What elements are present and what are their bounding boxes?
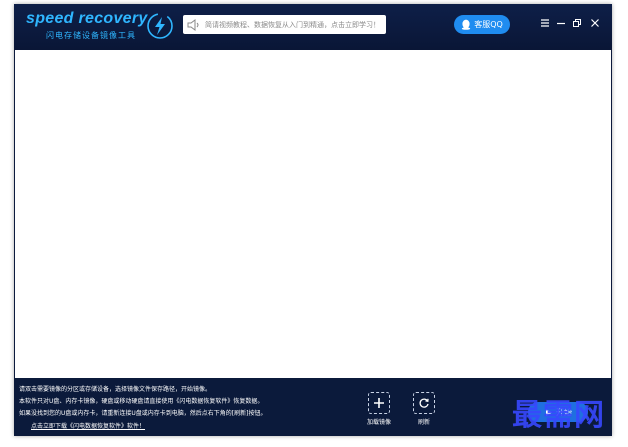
download-recovery-software-link[interactable]: 点击立即下载《闪电数据恢复软件》软件！ <box>31 421 145 430</box>
logo-subtitle: 闪电存储设备镜像工具 <box>46 31 136 40</box>
plus-icon <box>374 398 384 408</box>
logo-title: speed recovery <box>26 10 148 27</box>
qq-button-label: 客服QQ <box>474 20 503 29</box>
minimize-icon <box>557 22 565 25</box>
refresh-label: 刷新 <box>417 419 430 426</box>
restore-icon <box>573 19 581 27</box>
site-watermark: 最需网 <box>512 398 605 433</box>
minimize-button[interactable] <box>554 16 568 30</box>
menu-icon <box>541 19 549 27</box>
load-image-icon-box <box>368 392 390 414</box>
title-bar: speed recovery 闪电存储设备镜像工具 客服QQ <box>14 4 612 50</box>
refresh-button[interactable]: 刷新 <box>404 392 444 426</box>
refresh-icon <box>419 398 429 408</box>
info-line-3: 如果没找到您的U盘或内存卡，请重新连接U盘或内存卡到电脑，然后点右下角的[刷新]… <box>19 410 267 417</box>
qq-penguin-icon <box>462 19 471 30</box>
restore-button[interactable] <box>570 16 584 30</box>
close-button[interactable] <box>588 16 602 30</box>
info-line-2: 本软件只对U盘、内存卡镜像，硬盘或移动硬盘请直接使用《闪电数据恢复软件》恢复数据… <box>19 398 264 405</box>
load-image-label: 加载镜像 <box>366 419 391 426</box>
customer-service-qq-button[interactable]: 客服QQ <box>454 15 510 34</box>
app-window: speed recovery 闪电存储设备镜像工具 客服QQ <box>14 4 612 436</box>
device-list-area[interactable] <box>15 50 611 378</box>
load-image-button[interactable]: 加载镜像 <box>359 392 399 426</box>
menu-button[interactable] <box>538 16 552 30</box>
info-line-1: 请双击需要镜像的分区或存储设备，选择镜像文件保存路径，开始镜像。 <box>19 386 212 393</box>
search-input[interactable] <box>201 16 385 33</box>
announcement-search-bar[interactable] <box>183 15 386 34</box>
speaker-icon <box>187 18 199 31</box>
lightning-bolt-icon <box>147 13 173 39</box>
close-icon <box>591 19 599 27</box>
app-logo: speed recovery 闪电存储设备镜像工具 <box>26 10 173 46</box>
refresh-icon-box <box>413 392 435 414</box>
